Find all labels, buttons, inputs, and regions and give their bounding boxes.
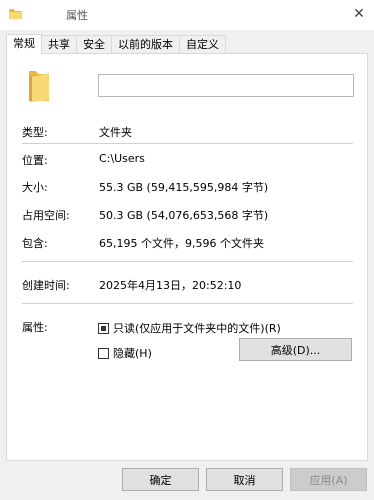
title-bar: 属性 ✕ <box>0 0 374 30</box>
readonly-checkbox[interactable] <box>98 322 109 334</box>
apply-button[interactable]: 应用(A) <box>290 468 367 491</box>
divider <box>22 143 353 144</box>
tab-strip: 常规 共享 安全 以前的版本 自定义 <box>6 34 226 54</box>
created-value: 2025年4月13日，20:52:10 <box>99 279 242 292</box>
folder-icon <box>9 9 22 19</box>
hidden-checkbox-row[interactable]: 隐藏(H) <box>98 345 152 361</box>
tab-general[interactable]: 常规 <box>6 34 42 54</box>
close-button[interactable]: ✕ <box>348 3 370 25</box>
size-label: 大小: <box>22 181 48 194</box>
contains-label: 包含: <box>22 237 48 250</box>
close-icon: ✕ <box>353 6 365 22</box>
disk-size-value: 50.3 GB (54,076,653,568 字节) <box>99 209 269 222</box>
folder-name-input[interactable] <box>98 74 354 97</box>
divider <box>22 303 353 304</box>
ok-button[interactable]: 确定 <box>122 468 199 491</box>
divider <box>22 261 353 262</box>
type-label: 类型: <box>22 126 48 139</box>
hidden-label: 隐藏(H) <box>113 347 152 360</box>
hidden-checkbox[interactable] <box>98 347 109 359</box>
disk-size-label: 占用空间: <box>22 209 70 222</box>
advanced-button[interactable]: 高级(D)... <box>239 338 352 361</box>
tab-previous-versions[interactable]: 以前的版本 <box>112 35 180 54</box>
readonly-label: 只读(仅应用于文件夹中的文件)(R) <box>113 322 281 335</box>
folder-icon <box>29 71 49 102</box>
cancel-button[interactable]: 取消 <box>206 468 283 491</box>
location-label: 位置: <box>22 154 48 167</box>
tab-customize[interactable]: 自定义 <box>180 35 226 54</box>
tab-sharing[interactable]: 共享 <box>42 35 77 54</box>
readonly-checkbox-row[interactable]: 只读(仅应用于文件夹中的文件)(R) <box>98 320 281 336</box>
location-value: C:\Users <box>99 152 145 165</box>
type-value: 文件夹 <box>99 126 132 139</box>
tab-security[interactable]: 安全 <box>77 35 112 54</box>
contains-value: 65,195 个文件，9,596 个文件夹 <box>99 237 264 250</box>
size-value: 55.3 GB (59,415,595,984 字节) <box>99 181 269 194</box>
attributes-label: 属性: <box>22 321 48 334</box>
window-title: 属性 <box>66 9 88 22</box>
general-panel: 类型: 文件夹 位置: C:\Users 大小: 55.3 GB (59,415… <box>6 53 368 461</box>
created-label: 创建时间: <box>22 279 70 292</box>
